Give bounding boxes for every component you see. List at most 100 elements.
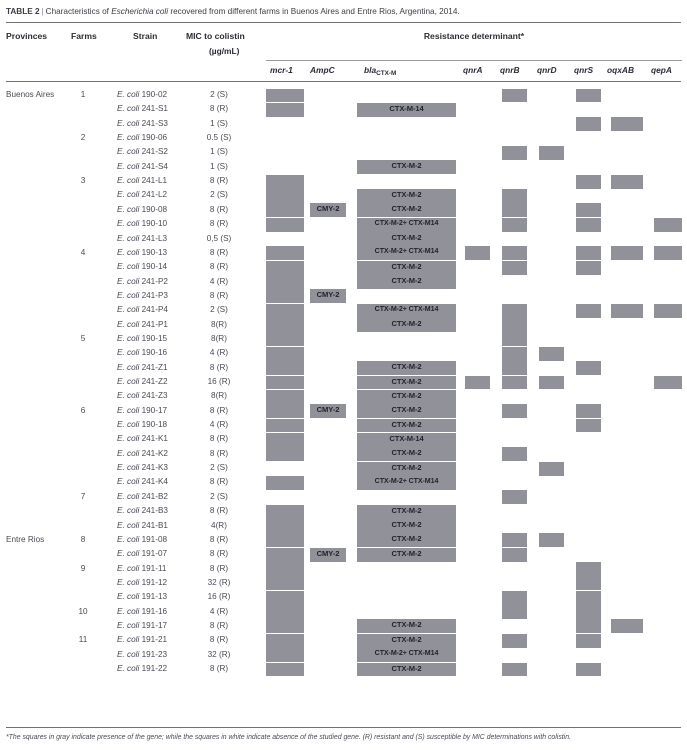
ctxm-cell: CTX-M-14	[357, 102, 456, 117]
strain-name: E. coli 190-14	[117, 262, 167, 272]
gene-cell-qnrD	[539, 145, 564, 160]
gene-cell-mcr1	[266, 275, 304, 289]
strain-id: 190-02	[141, 90, 168, 99]
mic-value: 2 (S)	[210, 463, 228, 473]
gene-cell-qnrS	[576, 117, 601, 132]
mic-value: 8 (R)	[209, 477, 229, 487]
strain-genus: E. coli	[117, 405, 142, 415]
strain-genus: E. coli	[117, 520, 142, 530]
gene-cell-qnrB	[502, 346, 527, 361]
mic-value: 8 (R)	[209, 290, 229, 300]
gene-cell-qnrS	[576, 590, 601, 605]
mic-value: 8 (R)	[209, 506, 229, 516]
ctxm-cell: CTX-M-2+ CTX-M14	[357, 217, 456, 232]
gene-cell-mcr1	[266, 318, 304, 333]
strain-name: E. coli 190-16	[117, 348, 167, 358]
strain-id: 241-K1	[141, 434, 168, 444]
strain-id: 241-S4	[141, 161, 168, 171]
strain-id: 241-K2	[141, 448, 168, 458]
strain-name: E. coli 241-K4	[117, 477, 168, 487]
farm-number: 7	[80, 491, 86, 501]
ctxm-label: CTX-M-2	[391, 419, 422, 429]
mic-value: 8(R)	[211, 333, 227, 343]
strain-name: E. coli 191-21	[117, 635, 167, 645]
gene-cell-qnrS	[576, 562, 601, 576]
ctxm-cell: CTX-M-2	[357, 361, 456, 376]
gene-cell-mcr1	[266, 418, 304, 433]
strain-genus: E. coli	[117, 491, 142, 501]
gene-cell-mcr1	[266, 547, 304, 562]
strain-genus: E. coli	[117, 305, 142, 315]
gene-cell-mcr1	[266, 88, 304, 103]
strain-name: E. coli 241-K3	[117, 463, 168, 473]
strain-name: E. coli 190-15	[117, 334, 167, 344]
strain-name: E. coli 241-S2	[117, 147, 168, 157]
ampc-label: CMY-2	[316, 548, 340, 558]
gene-cell-qnrB	[502, 375, 527, 390]
gene-cell-mcr1	[266, 303, 304, 318]
mic-value: 8 (R)	[209, 635, 229, 645]
mic-value: 8 (R)	[209, 104, 229, 114]
strain-genus: E. coli	[117, 90, 142, 99]
ctxm-cell: CTX-M-2+ CTX-M14	[357, 648, 456, 663]
strain-id: 241-P1	[141, 319, 168, 329]
gene-cell-qnrB	[502, 547, 527, 562]
gene-cell-qnrS	[576, 217, 601, 232]
ctxm-cell: CTX-M-2	[357, 461, 456, 476]
mic-value: 8 (R)	[209, 262, 229, 272]
ctxm-label: CTX-M-2	[391, 462, 422, 472]
gene-cell-qnrB	[502, 447, 527, 462]
strain-name: E. coli 191-17	[117, 621, 167, 631]
strain-genus: E. coli	[117, 290, 142, 300]
ctxm-cell: CTX-M-2	[357, 404, 456, 419]
gene-cell-qnrB	[502, 246, 527, 261]
strain-genus: E. coli	[117, 319, 142, 329]
strain-id: 241-L2	[141, 190, 168, 200]
strain-id: 241-B3	[141, 506, 168, 516]
mic-value: 8(R)	[211, 319, 227, 329]
gene-cell-mcr1	[266, 576, 304, 591]
gene-cell-mcr1	[266, 562, 304, 576]
gene-cell-mcr1	[266, 633, 304, 648]
gene-cell-qnrD	[539, 375, 564, 390]
strain-genus: E. coli	[117, 133, 142, 143]
ctxm-label: CTX-M-2	[391, 319, 422, 329]
strain-id: 190-10	[141, 219, 168, 229]
gene-cell-mcr1	[266, 590, 304, 605]
ctxm-cell: CTX-M-2	[357, 275, 456, 289]
strain-genus: E. coli	[117, 276, 142, 286]
ampc-cell: CMY-2	[310, 289, 346, 304]
gene-cell-qnrS	[576, 404, 601, 419]
strain-genus: E. coli	[117, 477, 142, 487]
strain-genus: E. coli	[117, 420, 142, 430]
gene-cell-mcr1	[266, 346, 304, 361]
gene-cell-qnrB	[502, 361, 527, 376]
gene-cell-mcr1	[266, 389, 304, 404]
ctxm-cell: CTX-M-2	[357, 318, 456, 333]
gene-cell-qnrS	[576, 361, 601, 376]
mic-value: 4(R)	[211, 520, 227, 530]
mic-value: 4 (R)	[209, 420, 229, 430]
ampc-cell: CMY-2	[310, 404, 346, 419]
ctxm-label: CTX-M-2	[391, 390, 422, 400]
gene-cell-mcr1	[266, 361, 304, 376]
strain-name: E. coli 191-08	[117, 535, 167, 545]
strain-name: E. coli 191-12	[117, 578, 167, 588]
strain-name: E. coli 190-06	[117, 133, 167, 143]
strain-id: 241-S1	[141, 104, 168, 114]
strain-name: E. coli 191-23	[117, 650, 167, 660]
strain-genus: E. coli	[117, 147, 142, 157]
ctxm-cell: CTX-M-2	[357, 232, 456, 246]
strain-id: 190-17	[141, 405, 168, 415]
mic-value: 2 (S)	[210, 305, 228, 315]
gene-cell-mcr1	[266, 447, 304, 462]
ctxm-label: CTX-M-2+ CTX-M14	[374, 247, 439, 256]
gene-cell-qnrS	[576, 576, 601, 591]
ctxm-label: CTX-M-2	[391, 204, 422, 214]
gene-cell-qnrB	[502, 188, 527, 203]
strain-genus: E. coli	[117, 635, 142, 645]
strain-genus: E. coli	[117, 262, 142, 272]
strain-genus: E. coli	[117, 506, 142, 516]
strain-id: 241-P4	[141, 305, 168, 315]
strain-id: 190-16	[141, 348, 168, 358]
